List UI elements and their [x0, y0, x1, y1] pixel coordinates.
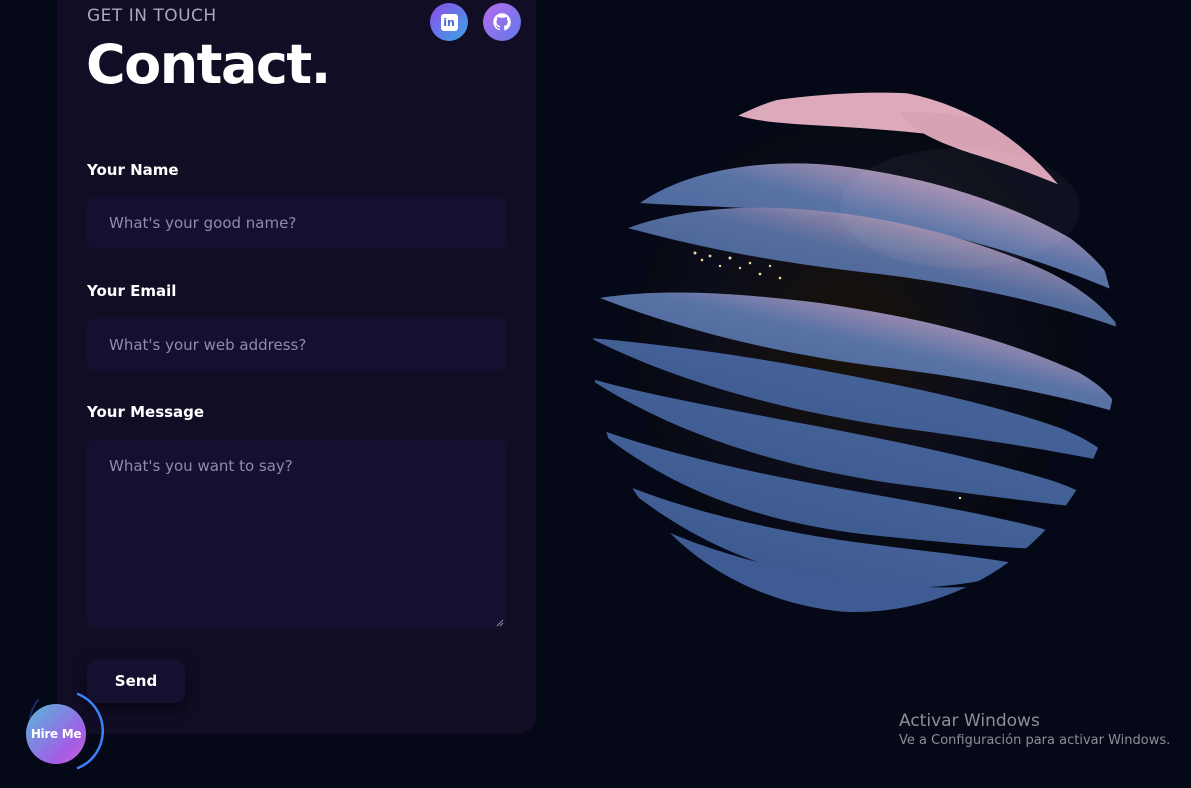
hire-me-button[interactable]: Hire Me: [26, 704, 86, 764]
name-input[interactable]: What's your good name?: [87, 197, 506, 249]
watermark-title: Activar Windows: [899, 711, 1040, 731]
resize-handle-icon[interactable]: [496, 619, 504, 627]
earth-canvas[interactable]: [580, 88, 1130, 618]
globe-sheen: [840, 148, 1080, 268]
message-textarea[interactable]: What's you want to say?: [87, 439, 506, 629]
section-subtitle: GET IN TOUCH: [87, 6, 217, 26]
windows-activation-watermark: Activar Windows Ve a Configuración para …: [899, 710, 1170, 750]
email-input[interactable]: What's your web address?: [87, 318, 506, 371]
watermark-subtitle: Ve a Configuración para activar Windows.: [899, 733, 1171, 748]
linkedin-button[interactable]: in: [430, 3, 468, 41]
github-icon: [493, 13, 511, 31]
linkedin-icon: in: [440, 13, 458, 31]
message-label: Your Message: [87, 403, 205, 421]
page-title: Contact.: [86, 33, 331, 96]
github-button[interactable]: [483, 3, 521, 41]
name-label: Your Name: [87, 161, 179, 179]
email-placeholder: What's your web address?: [109, 335, 307, 354]
contact-page: GET IN TOUCH Contact. in Your Name What'…: [0, 0, 1191, 788]
email-label: Your Email: [87, 282, 177, 300]
message-placeholder: What's you want to say?: [109, 457, 293, 475]
name-placeholder: What's your good name?: [109, 214, 297, 232]
